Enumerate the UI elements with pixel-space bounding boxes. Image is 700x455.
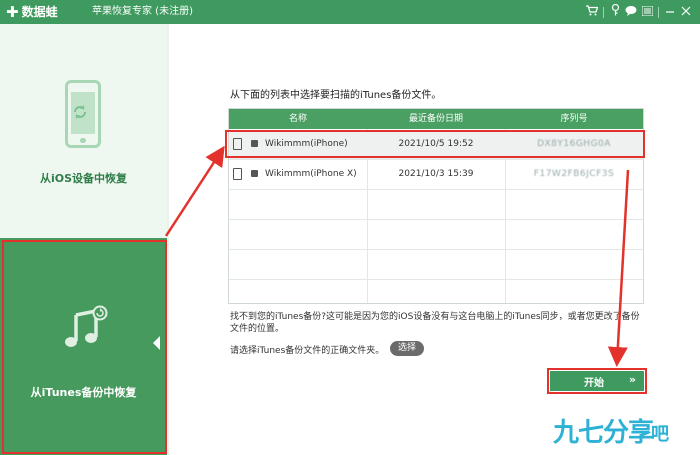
watermark-suffix: 吧 <box>651 424 670 445</box>
annotation-arrow <box>164 145 225 237</box>
annotation-arrow <box>607 169 630 367</box>
watermark-logo: 九七分享 吧 <box>553 418 669 448</box>
annotation-arrows <box>164 145 630 367</box>
watermark-text: 九七分享 <box>553 418 654 448</box>
